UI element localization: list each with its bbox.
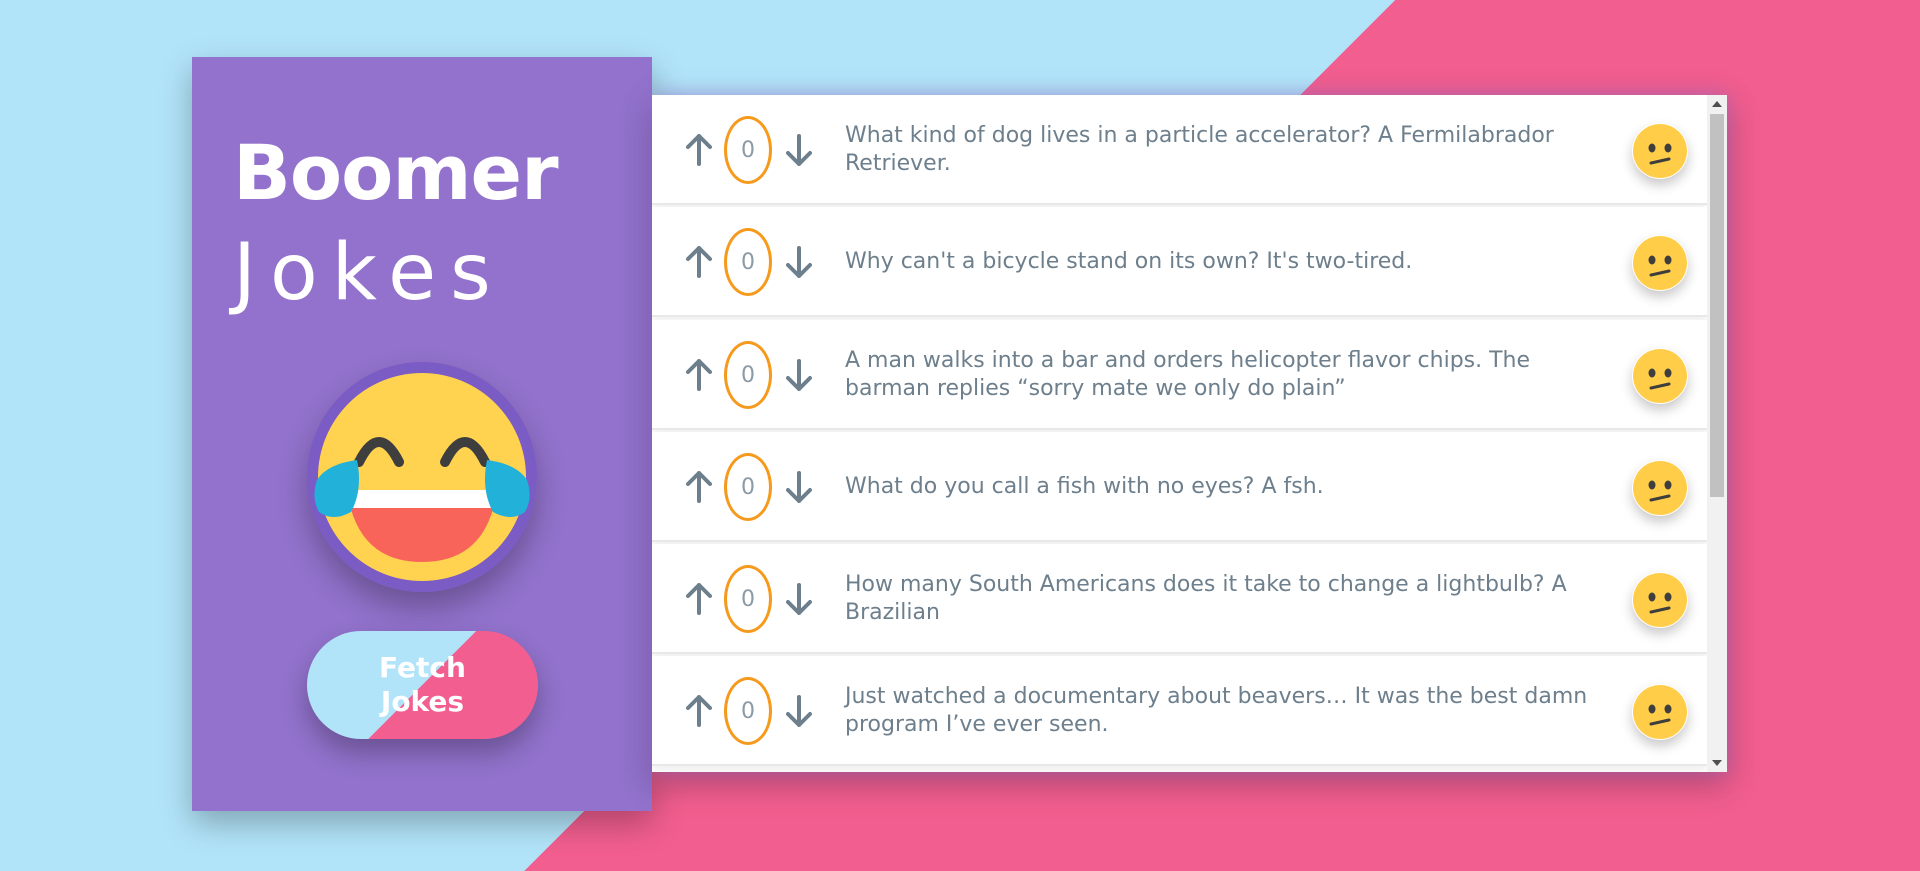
downvote-arrow-icon[interactable]	[782, 240, 816, 284]
joke-item: 0 How many South Americans does it take …	[652, 544, 1707, 654]
upvote-arrow-icon[interactable]	[682, 240, 716, 284]
joke-item: 0 What kind of dog lives in a particle a…	[652, 95, 1707, 205]
downvote-arrow-icon[interactable]	[782, 128, 816, 172]
jokes-panel: 0 What kind of dog lives in a particle a…	[652, 95, 1727, 772]
confused-face-icon	[1632, 348, 1688, 404]
joke-item: 0 What do you call a fish with no eyes? …	[652, 432, 1707, 542]
upvote-arrow-icon[interactable]	[682, 465, 716, 509]
jokes-scrollbar[interactable]	[1707, 95, 1727, 772]
joke-text-label: What do you call a fish with no eyes? A …	[845, 474, 1324, 499]
joke-text-label: Why can't a bicycle stand on its own? It…	[845, 249, 1413, 274]
joke-item: 0 Why can't a bicycle stand on its own? …	[652, 207, 1707, 317]
joke-item: 0 A man walks into a bar and orders heli…	[652, 320, 1707, 430]
confused-face-icon	[1632, 572, 1688, 628]
joke-item: 0 Just watched a documentary about beave…	[652, 656, 1707, 766]
upvote-arrow-icon[interactable]	[682, 689, 716, 733]
vote-count: 0	[724, 677, 772, 745]
scroll-down-arrow-icon[interactable]	[1707, 754, 1727, 772]
vote-count: 0	[724, 341, 772, 409]
joke-text: What do you call a fish with no eyes? A …	[845, 432, 1605, 542]
confused-face-icon	[1632, 684, 1688, 740]
upvote-arrow-icon[interactable]	[682, 577, 716, 621]
upvote-arrow-icon[interactable]	[682, 128, 716, 172]
sidebar: Boomer Jokes Fetch Jokes	[192, 57, 652, 811]
confused-face-icon	[1632, 460, 1688, 516]
fetch-jokes-button[interactable]: Fetch Jokes	[307, 631, 538, 739]
scrollbar-thumb[interactable]	[1710, 114, 1724, 497]
vote-count: 0	[724, 228, 772, 296]
downvote-arrow-icon[interactable]	[782, 353, 816, 397]
joke-text-label: How many South Americans does it take to…	[845, 572, 1567, 625]
joke-text: How many South Americans does it take to…	[845, 544, 1605, 654]
downvote-arrow-icon[interactable]	[782, 689, 816, 733]
app-title-bold: Boomer	[233, 128, 559, 217]
joke-text: A man walks into a bar and orders helico…	[845, 320, 1605, 430]
vote-count: 0	[724, 453, 772, 521]
face-with-tears-of-joy-icon	[307, 362, 537, 592]
app-title-light: Jokes	[233, 228, 505, 318]
joke-text-label: A man walks into a bar and orders helico…	[845, 348, 1531, 401]
joke-text: Just watched a documentary about beavers…	[845, 656, 1605, 766]
confused-face-icon	[1632, 123, 1688, 179]
joke-text: What kind of dog lives in a particle acc…	[845, 95, 1605, 205]
downvote-arrow-icon[interactable]	[782, 465, 816, 509]
vote-count: 0	[724, 116, 772, 184]
joke-text: Why can't a bicycle stand on its own? It…	[845, 207, 1605, 317]
scroll-up-arrow-icon[interactable]	[1707, 95, 1727, 113]
upvote-arrow-icon[interactable]	[682, 353, 716, 397]
vote-count: 0	[724, 565, 772, 633]
joke-text-label: What kind of dog lives in a particle acc…	[845, 123, 1554, 176]
downvote-arrow-icon[interactable]	[782, 577, 816, 621]
confused-face-icon	[1632, 235, 1688, 291]
joke-text-label: Just watched a documentary about beavers…	[845, 684, 1588, 737]
jokes-list: 0 What kind of dog lives in a particle a…	[652, 95, 1707, 772]
